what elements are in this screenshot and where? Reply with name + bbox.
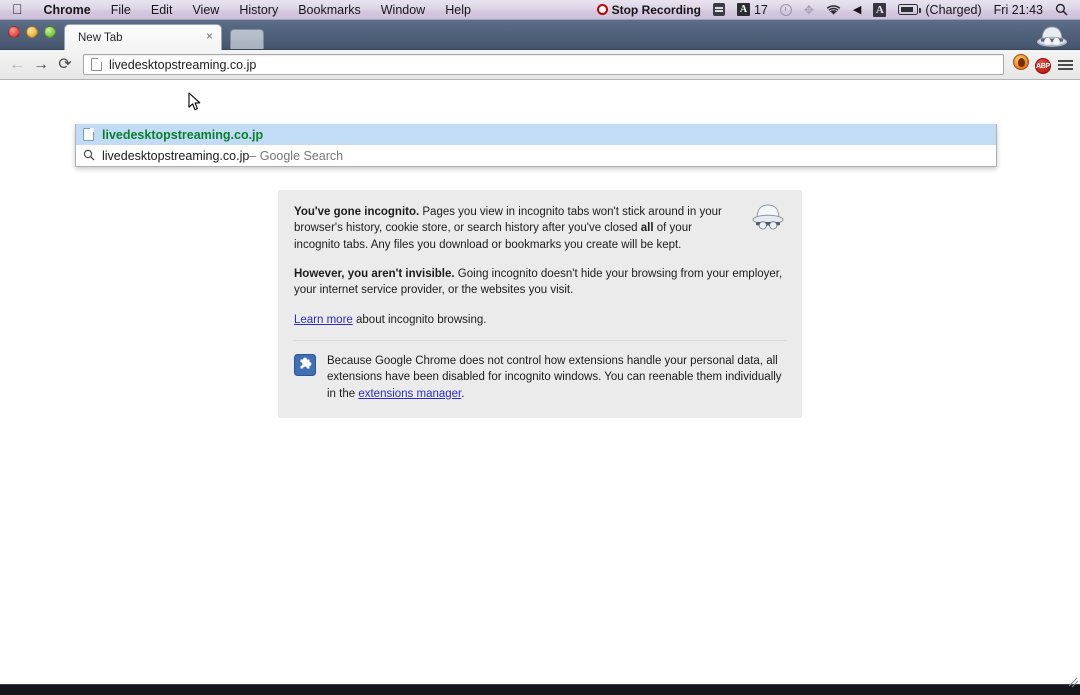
extensions-notice-b: .: [461, 387, 465, 400]
incognito-info-box: You've gone incognito. Pages you view in…: [278, 190, 802, 418]
page-content-area: You've gone incognito. Pages you view in…: [0, 111, 1080, 665]
reload-button[interactable]: ⟳: [53, 56, 77, 73]
incognito-spy-icon: [750, 202, 786, 237]
window-traffic-lights: [8, 26, 56, 38]
tab-title: New Tab: [78, 31, 123, 44]
mouse-pointer: [188, 92, 202, 117]
adblock-plus-icon[interactable]: ABP: [1032, 55, 1054, 74]
minimize-window-button[interactable]: [26, 26, 38, 38]
address-bar-input[interactable]: [109, 57, 1003, 72]
record-dot-icon: [596, 4, 608, 15]
incognito-spy-icon: [1033, 22, 1071, 48]
menu-item-edit[interactable]: Edit: [141, 0, 183, 20]
forward-button[interactable]: →: [29, 56, 53, 73]
menu-item-help[interactable]: Help: [435, 0, 481, 20]
mac-menu-bar:  Chrome File Edit View History Bookmark…: [0, 0, 1080, 20]
extensions-notice-text: Because Google Chrome does not control h…: [327, 353, 786, 402]
page-icon: [91, 58, 102, 71]
extensions-manager-link[interactable]: extensions manager: [358, 388, 461, 400]
menu-item-bookmarks[interactable]: Bookmarks: [288, 0, 371, 20]
address-bar[interactable]: [83, 54, 1004, 75]
battery-label: (Charged): [925, 2, 982, 17]
stop-recording-label: Stop Recording: [611, 2, 701, 17]
menu-bar-clock[interactable]: Fri 21:43: [988, 3, 1049, 17]
incognito-heading-1: You've gone incognito.: [294, 206, 420, 218]
incognito-paragraph-1: You've gone incognito. Pages you view in…: [294, 204, 786, 253]
new-tab-button[interactable]: [230, 29, 264, 49]
learn-more-link[interactable]: Learn more: [294, 314, 353, 326]
stop-recording-status-item[interactable]: Stop Recording: [591, 3, 707, 17]
volume-icon[interactable]: ◀: [847, 3, 867, 16]
menu-item-chrome[interactable]: Chrome: [34, 0, 101, 20]
window-resize-grip[interactable]: [1067, 675, 1079, 688]
chrome-menu-icon[interactable]: [1054, 59, 1080, 70]
autocomplete-search-query: livedesktopstreaming.co.jp: [102, 148, 250, 163]
clock-status-icon[interactable]: [774, 3, 798, 16]
incognito-body-1-bold: all: [640, 222, 654, 235]
menu-bar-status-items: Stop Recording A 17 ✥ ◀ A (Charged) Fri …: [591, 0, 1080, 20]
flag-counter-status-item[interactable]: A 17: [731, 3, 774, 17]
incognito-heading-2: However, you aren't invisible.: [294, 267, 455, 280]
chrome-browser-window: New Tab × ← → ⟳ ABP: [0, 20, 1080, 695]
menu-item-file[interactable]: File: [101, 0, 141, 20]
back-button[interactable]: ←: [5, 56, 29, 73]
menu-item-window[interactable]: Window: [371, 0, 435, 20]
flag-count-label: 17: [753, 2, 768, 17]
learn-more-rest: about incognito browsing.: [352, 313, 487, 326]
browser-tab[interactable]: New Tab ×: [64, 24, 222, 50]
fire-extension-icon[interactable]: [1010, 54, 1032, 75]
puzzle-piece-icon: [294, 353, 316, 381]
autocomplete-row-search[interactable]: livedesktopstreaming.co.jp – Google Sear…: [76, 145, 996, 166]
bluetooth-icon[interactable]: ✥: [798, 3, 820, 17]
apple-logo-icon[interactable]: : [0, 2, 34, 16]
flag-icon: A: [736, 3, 750, 16]
search-icon: [83, 149, 95, 162]
extensions-notice: Because Google Chrome does not control h…: [294, 339, 786, 402]
battery-status-item[interactable]: (Charged): [892, 3, 987, 17]
battery-icon: [898, 4, 921, 15]
wifi-icon[interactable]: [820, 4, 847, 16]
alfred-icon[interactable]: A: [867, 2, 892, 17]
autocomplete-url-text: livedesktopstreaming.co.jp: [102, 127, 264, 142]
incognito-paragraph-3: Learn more about incognito browsing.: [294, 312, 786, 328]
close-tab-icon[interactable]: ×: [206, 29, 213, 43]
autocomplete-row-url[interactable]: livedesktopstreaming.co.jp: [76, 124, 996, 145]
browser-toolbar: ← → ⟳ ABP: [0, 50, 1080, 80]
close-window-button[interactable]: [8, 26, 20, 38]
menu-bar-left:  Chrome File Edit View History Bookmark…: [0, 0, 481, 20]
window-bottom-bar: [0, 684, 1080, 695]
page-icon: [83, 128, 94, 141]
omnibox-autocomplete-dropdown[interactable]: livedesktopstreaming.co.jp livedesktopst…: [75, 124, 997, 167]
zoom-window-button[interactable]: [44, 26, 56, 38]
spotlight-search-icon[interactable]: [1049, 3, 1074, 16]
incognito-paragraph-2: However, you aren't invisible. Going inc…: [294, 266, 786, 299]
menu-item-history[interactable]: History: [229, 0, 288, 20]
document-status-icon[interactable]: [707, 3, 731, 16]
tab-strip: New Tab ×: [0, 20, 1080, 50]
autocomplete-search-suffix: – Google Search: [249, 148, 344, 163]
menu-item-view[interactable]: View: [182, 0, 229, 20]
